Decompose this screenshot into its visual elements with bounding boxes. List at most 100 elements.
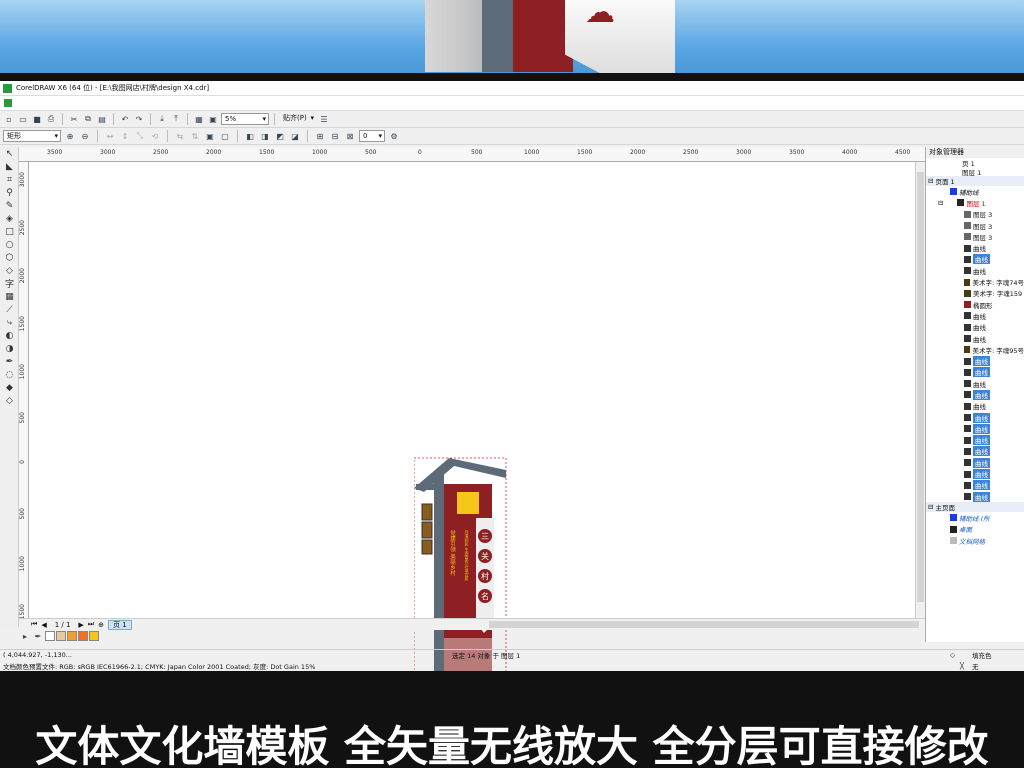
align-icon[interactable]: ⊞	[314, 130, 326, 142]
rotate-icon[interactable]: ⟲	[149, 130, 161, 142]
new-icon[interactable]: ▫	[3, 113, 15, 125]
master-list-item[interactable]: 辅助线 (所	[926, 512, 1024, 523]
object-list-item[interactable]: 曲线	[926, 378, 1024, 389]
wrap-icon[interactable]: ⊠	[344, 130, 356, 142]
color-swatch[interactable]	[89, 631, 99, 641]
cut-icon[interactable]: ✂	[68, 113, 80, 125]
smart-fill-icon[interactable]: ◈	[0, 212, 19, 225]
paste-icon[interactable]: ▤	[96, 113, 108, 125]
welcome-icon[interactable]: ▣	[207, 113, 219, 125]
object-list-item[interactable]: 曲线	[926, 435, 1024, 446]
text-tool-icon[interactable]: 字	[0, 277, 19, 290]
outline-tool-icon[interactable]: ◌	[0, 368, 19, 381]
open-icon[interactable]: ▭	[17, 113, 29, 125]
object-list-item[interactable]: 图层 3	[926, 231, 1024, 242]
object-list-item[interactable]: 图层 3	[926, 220, 1024, 231]
freehand-tool-icon[interactable]: ✎	[0, 199, 19, 212]
order-icon[interactable]: ⊟	[329, 130, 341, 142]
add-preset-icon[interactable]: ⊕	[64, 130, 76, 142]
object-list-item[interactable]: 椭圆形	[926, 299, 1024, 310]
object-list-item[interactable]: 曲线	[926, 389, 1024, 400]
size-icon[interactable]: ⇕	[119, 130, 131, 142]
convert-icon[interactable]: ⚙	[388, 130, 400, 142]
object-list-item[interactable]: 曲线	[926, 412, 1024, 423]
basic-shapes-icon[interactable]: ◇	[0, 264, 19, 277]
crop-tool-icon[interactable]: ⌗	[0, 173, 19, 186]
expand-icon[interactable]: ⊟	[928, 177, 933, 185]
connector-tool-icon[interactable]: ⤷	[0, 316, 19, 329]
object-list-item[interactable]: 美术字: 字魂74号	[926, 276, 1024, 287]
menu-logo-icon[interactable]	[4, 99, 12, 107]
master-list-item[interactable]: 文档网格	[926, 535, 1024, 546]
vertical-scrollbar[interactable]	[915, 162, 925, 618]
zoom-select[interactable]: 5%	[221, 113, 269, 125]
blend-tool-icon[interactable]: ◐	[0, 329, 19, 342]
redo-icon[interactable]: ↷	[133, 113, 145, 125]
copy-icon[interactable]: ⧉	[82, 113, 94, 125]
object-list-item[interactable]: 曲线	[926, 423, 1024, 434]
mirror-h-icon[interactable]: ⇆	[174, 130, 186, 142]
object-list-item[interactable]: 曲线	[926, 457, 1024, 468]
first-page-icon[interactable]: ⏮	[31, 620, 37, 629]
weld-icon[interactable]: ◧	[244, 130, 256, 142]
object-list-item[interactable]: 曲线	[926, 446, 1024, 457]
app-launcher-icon[interactable]: ▦	[193, 113, 205, 125]
add-page-icon[interactable]: ⊕	[98, 621, 104, 629]
transparency-tool-icon[interactable]: ◑	[0, 342, 19, 355]
object-type-select[interactable]: 矩形	[3, 130, 61, 142]
undo-icon[interactable]: ↶	[119, 113, 131, 125]
vertical-scroll-thumb[interactable]	[917, 172, 924, 602]
object-list-item[interactable]: 曲线	[926, 491, 1024, 502]
vertical-ruler[interactable]: 3000 2500 2000 1500 1000 500 0 500 1000 1500	[19, 162, 29, 627]
export-icon[interactable]: ⤒	[170, 113, 182, 125]
color-swatch[interactable]	[67, 631, 77, 641]
last-page-icon[interactable]: ⏭	[88, 620, 94, 629]
ungroup-icon[interactable]: ▢	[219, 130, 231, 142]
horizontal-scroll-thumb[interactable]	[489, 621, 919, 628]
drawing-canvas[interactable]: 三 关 村 名 党建引领 美丽乡村 月清润民 生态富农 环境宜居	[29, 162, 915, 697]
object-list-item[interactable]: 曲线	[926, 367, 1024, 378]
eyedropper-icon[interactable]: ✒	[32, 630, 44, 642]
object-list-item[interactable]: 图层 3	[926, 209, 1024, 220]
mirror-v-icon[interactable]: ⇅	[189, 130, 201, 142]
object-list-item[interactable]: 曲线	[926, 480, 1024, 491]
object-list-item[interactable]: 曲线	[926, 468, 1024, 480]
import-icon[interactable]: ⤓	[156, 113, 168, 125]
object-list-item[interactable]: 美术字: 字魂159	[926, 288, 1024, 299]
docker-layer1-row[interactable]: ⊟ 图层 1	[926, 197, 1024, 208]
collapse-icon[interactable]: ⊟	[938, 199, 943, 207]
object-list-item[interactable]: 曲线	[926, 355, 1024, 367]
object-list-item[interactable]: 曲线	[926, 322, 1024, 333]
options-icon[interactable]: ☰	[318, 113, 330, 125]
rectangle-tool-icon[interactable]: □	[0, 225, 19, 238]
docker-master-group[interactable]: ⊟ 主页面	[926, 502, 1024, 513]
outline-width-field[interactable]: 0	[359, 130, 385, 142]
remove-preset-icon[interactable]: ⊖	[79, 130, 91, 142]
master-list-item[interactable]: 桌面	[926, 524, 1024, 535]
no-fill-swatch[interactable]	[45, 631, 55, 641]
save-icon[interactable]: ■	[31, 113, 43, 125]
trim-icon[interactable]: ◨	[259, 130, 271, 142]
color-swatch[interactable]	[56, 631, 66, 641]
eyedropper-tool-icon[interactable]: ✒	[0, 355, 19, 368]
horizontal-ruler[interactable]: 3500 3000 2500 2000 1500 1000 500 0 500 1000 1500 2…	[19, 147, 925, 162]
table-tool-icon[interactable]: ▦	[0, 290, 19, 303]
simplify-icon[interactable]: ◪	[289, 130, 301, 142]
shape-tool-icon[interactable]: ◣	[0, 160, 19, 173]
object-list-item[interactable]: 曲线	[926, 265, 1024, 276]
expand-icon[interactable]: ⊟	[928, 503, 933, 511]
tab-page-1[interactable]: 页 1	[108, 619, 132, 630]
docker-guides-row[interactable]: 辅助线	[926, 186, 1024, 197]
polygon-tool-icon[interactable]: ⬡	[0, 251, 19, 264]
next-page-icon[interactable]: ▶	[78, 621, 83, 629]
position-icon[interactable]: ↔	[104, 130, 116, 142]
object-list-item[interactable]: 曲线	[926, 401, 1024, 412]
dimension-tool-icon[interactable]: ⟋	[0, 303, 19, 316]
color-swatch[interactable]	[78, 631, 88, 641]
color-profile[interactable]: 文档颜色预置文件: RGB: sRGB IEC61966-2.1; CMYK: …	[3, 661, 315, 671]
ellipse-tool-icon[interactable]: ○	[0, 238, 19, 251]
prev-page-icon[interactable]: ◀	[41, 621, 46, 629]
object-list-item[interactable]: 曲线	[926, 310, 1024, 321]
fill-tool-icon[interactable]: ◆	[0, 381, 19, 394]
object-list-item[interactable]: 曲线	[926, 254, 1024, 265]
